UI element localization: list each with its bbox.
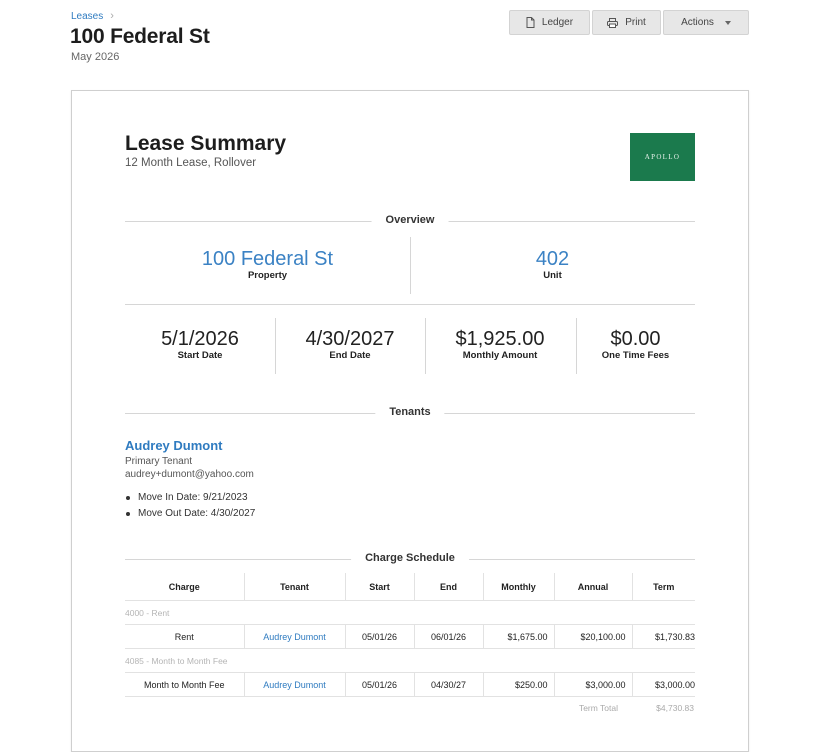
charge-group-label: 4000 - Rent: [125, 607, 170, 618]
page-subtitle: May 2026: [71, 51, 120, 63]
tenant-link[interactable]: Audrey Dumont: [244, 672, 346, 697]
chevron-right-icon: ›: [110, 10, 114, 22]
one-time-fees-value: $0.00: [610, 328, 661, 350]
charge-group-label: 4085 - Month to Month Fee: [125, 655, 228, 666]
term-cell: $3,000.00: [632, 672, 695, 697]
print-button-label: Print: [625, 17, 646, 28]
charge-group-row: 4000 - Rent: [125, 601, 695, 625]
column-header: Charge: [125, 573, 245, 601]
actions-dropdown-button[interactable]: Actions: [663, 10, 749, 35]
charge-schedule-heading: Charge Schedule: [125, 552, 695, 566]
move-in-date: Move In Date: 9/21/2023: [125, 491, 255, 507]
annual-cell: $3,000.00: [554, 672, 633, 697]
annual-cell: $20,100.00: [554, 624, 633, 649]
start-cell: 05/01/26: [345, 672, 415, 697]
term-total-row: Term Total $4,730.83: [125, 697, 695, 720]
actions-button-label: Actions: [681, 17, 714, 28]
end-date-label: End Date: [329, 350, 371, 361]
charge-cell: Month to Month Fee: [125, 672, 245, 697]
tenant-dates-list: Move In Date: 9/21/2023 Move Out Date: 4…: [125, 491, 255, 523]
tenant-role: Primary Tenant: [125, 456, 193, 467]
caret-down-icon: [724, 20, 731, 25]
monthly-cell: $1,675.00: [483, 624, 555, 649]
tenants-heading: Tenants: [125, 406, 695, 420]
term-cell: $1,730.83: [632, 624, 695, 649]
one-time-fees-stat: $0.00 One Time Fees: [576, 328, 695, 361]
monthly-cell: $250.00: [483, 672, 555, 697]
table-row: Month to Month Fee Audrey Dumont 05/01/2…: [125, 672, 695, 697]
tenant-name-link[interactable]: Audrey Dumont: [125, 438, 223, 453]
monthly-amount-stat: $1,925.00 Monthly Amount: [425, 328, 575, 361]
printer-icon: [607, 17, 619, 28]
page-title: 100 Federal St: [70, 25, 210, 48]
end-cell: 06/01/26: [414, 624, 484, 649]
company-logo: APOLLO: [630, 133, 695, 181]
unit-link[interactable]: 402: [410, 248, 695, 270]
breadcrumb-leases-link[interactable]: Leases: [71, 11, 103, 22]
property-link[interactable]: 100 Federal St: [125, 248, 410, 270]
term-total-value: $4,730.83: [656, 703, 694, 713]
print-button[interactable]: Print: [592, 10, 661, 35]
end-cell: 04/30/27: [414, 672, 484, 697]
unit-stat: 402 Unit: [410, 248, 695, 281]
term-total-label: Term Total: [578, 703, 618, 713]
charge-group-row: 4085 - Month to Month Fee: [125, 649, 695, 673]
column-header: Annual: [554, 573, 633, 601]
property-stat: 100 Federal St Property: [125, 248, 410, 281]
column-header: Term: [653, 581, 675, 592]
one-time-fees-label: One Time Fees: [601, 350, 670, 361]
overview-separator: [125, 304, 695, 305]
lease-summary-document: Lease Summary 12 Month Lease, Rollover A…: [71, 90, 749, 752]
start-date-label: Start Date: [177, 350, 223, 361]
charge-schedule-table: Charge Tenant Start End Monthly Annual T…: [125, 573, 695, 719]
monthly-amount-value: $1,925.00: [455, 328, 545, 350]
breadcrumb: Leases ›: [71, 10, 114, 22]
ledger-button-label: Ledger: [541, 17, 574, 28]
column-header: End: [414, 573, 484, 601]
overview-heading: Overview: [125, 214, 695, 228]
start-date-value: 5/1/2026: [161, 328, 239, 350]
start-cell: 05/01/26: [345, 624, 415, 649]
document-icon: [526, 17, 535, 28]
column-header: Start: [345, 573, 415, 601]
charge-cell: Rent: [125, 624, 245, 649]
table-row: Rent Audrey Dumont 05/01/26 06/01/26 $1,…: [125, 624, 695, 649]
unit-label: Unit: [543, 270, 562, 281]
monthly-amount-label: Monthly Amount: [462, 350, 538, 361]
lease-summary-subtitle: 12 Month Lease, Rollover: [125, 157, 257, 169]
column-header: Tenant: [244, 573, 346, 601]
tenant-email: audrey+dumont@yahoo.com: [125, 469, 254, 480]
end-date-value: 4/30/2027: [305, 328, 395, 350]
ledger-button[interactable]: Ledger: [509, 10, 590, 35]
end-date-stat: 4/30/2027 End Date: [275, 328, 425, 361]
move-out-date: Move Out Date: 4/30/2027: [125, 507, 255, 523]
start-date-stat: 5/1/2026 Start Date: [125, 328, 275, 361]
lease-summary-title: Lease Summary: [125, 132, 287, 155]
property-label: Property: [247, 270, 288, 281]
column-header: Monthly: [483, 573, 555, 601]
tenant-link[interactable]: Audrey Dumont: [244, 624, 346, 649]
table-header-row: Charge Tenant Start End Monthly Annual T…: [125, 573, 695, 601]
